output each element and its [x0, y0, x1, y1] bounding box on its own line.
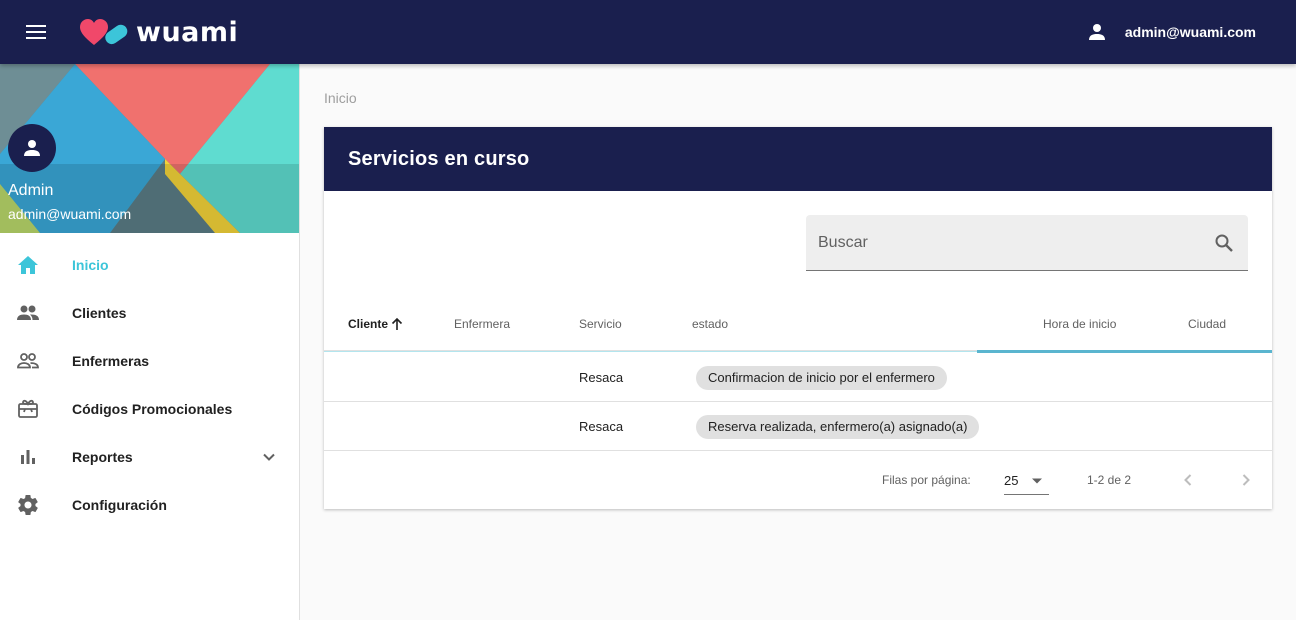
- sidebar-item-codigos-promocionales[interactable]: Códigos Promocionales: [0, 385, 299, 433]
- sidebar-item-inicio[interactable]: Inicio: [0, 241, 299, 289]
- search-input[interactable]: [806, 215, 1206, 270]
- search-icon[interactable]: [1212, 231, 1236, 255]
- user-email: admin@wuami.com: [1124, 24, 1256, 40]
- rows-per-page-value: 25: [1004, 473, 1019, 488]
- table-pagination: Filas por página: 25 1-2 de 2: [324, 451, 1272, 509]
- sidebar-item-label: Enfermeras: [72, 353, 150, 369]
- avatar[interactable]: [8, 124, 56, 172]
- column-header-enfermera[interactable]: Enfermera: [454, 317, 510, 331]
- column-header-ciudad[interactable]: Ciudad: [1188, 317, 1226, 331]
- heart-logo-icon: [80, 19, 128, 45]
- dropdown-arrow-icon: [1032, 478, 1042, 484]
- header-divider: [324, 351, 977, 352]
- previous-page-button[interactable]: [1176, 468, 1200, 492]
- status-badge: Reserva realizada, enfermero(a) asignado…: [696, 415, 980, 439]
- profile-header: Admin admin@wuami.com: [0, 64, 299, 233]
- arrow-up-icon: [391, 317, 403, 330]
- sidebar-item-reportes[interactable]: Reportes: [0, 433, 299, 481]
- person-icon: [24, 140, 40, 156]
- sidebar-item-configuracion[interactable]: Configuración: [0, 481, 299, 529]
- account-icon: [1088, 24, 1105, 40]
- sidebar-item-label: Inicio: [72, 257, 109, 273]
- cell-servicio: Resaca: [579, 370, 624, 385]
- breadcrumb: Inicio: [324, 90, 357, 106]
- sidebar-item-label: Códigos Promocionales: [72, 401, 233, 417]
- table-row[interactable]: Resaca Reserva realizada, enfermero(a) a…: [324, 403, 1272, 451]
- table-row[interactable]: Resaca Confirmacion de inicio por el enf…: [324, 354, 1272, 402]
- chevron-left-icon: [1184, 474, 1192, 486]
- sidebar-item-label: Reportes: [72, 449, 133, 465]
- brand-logo[interactable]: wuami: [80, 18, 238, 48]
- column-header-cliente[interactable]: Cliente: [348, 317, 404, 331]
- profile-name: Admin: [8, 182, 54, 199]
- header-progress-indicator: [977, 350, 1272, 353]
- home-icon: [16, 253, 40, 277]
- sidebar-item-enfermeras[interactable]: Enfermeras: [0, 337, 299, 385]
- chevron-down-icon[interactable]: [257, 445, 281, 474]
- card-title: Servicios en curso: [348, 147, 530, 170]
- gear-icon: [16, 493, 40, 517]
- rows-per-page-select[interactable]: 25: [1004, 465, 1049, 495]
- brand-name: wuami: [136, 17, 239, 48]
- pagination-range: 1-2 de 2: [1087, 473, 1132, 487]
- profile-email: admin@wuami.com: [8, 206, 132, 222]
- sidebar-item-label: Configuración: [72, 497, 167, 513]
- column-header-estado[interactable]: estado: [692, 317, 728, 331]
- search-field[interactable]: [806, 215, 1248, 271]
- column-header-servicio[interactable]: Servicio: [579, 317, 622, 331]
- card-giftcard-icon: [16, 397, 40, 421]
- column-header-hora-de-inicio[interactable]: Hora de inicio: [1043, 317, 1116, 331]
- bar-chart-icon: [16, 445, 40, 469]
- people-outline-icon: [16, 349, 40, 373]
- sidebar: Admin admin@wuami.com Inicio Clientes En…: [0, 64, 300, 620]
- account-menu[interactable]: admin@wuami.com: [1085, 20, 1256, 44]
- next-page-button[interactable]: [1234, 468, 1258, 492]
- table-header: Cliente Enfermera Servicio estado Hora d…: [324, 299, 1272, 351]
- column-header-label: Cliente: [348, 317, 389, 331]
- sidebar-item-clientes[interactable]: Clientes: [0, 289, 299, 337]
- chevron-right-icon: [1242, 474, 1250, 486]
- cell-servicio: Resaca: [579, 419, 624, 434]
- card-header: Servicios en curso: [324, 127, 1272, 191]
- status-badge: Confirmacion de inicio por el enfermero: [696, 366, 947, 390]
- rows-per-page-label: Filas por página:: [882, 473, 971, 487]
- app-bar: wuami admin@wuami.com: [0, 0, 1296, 64]
- menu-icon[interactable]: [24, 20, 48, 44]
- people-icon: [16, 301, 40, 325]
- sidebar-item-label: Clientes: [72, 305, 127, 321]
- sidebar-nav: Inicio Clientes Enfermeras Códigos Promo…: [0, 241, 299, 529]
- services-card: Servicios en curso Cliente Enfermera Ser…: [324, 127, 1272, 509]
